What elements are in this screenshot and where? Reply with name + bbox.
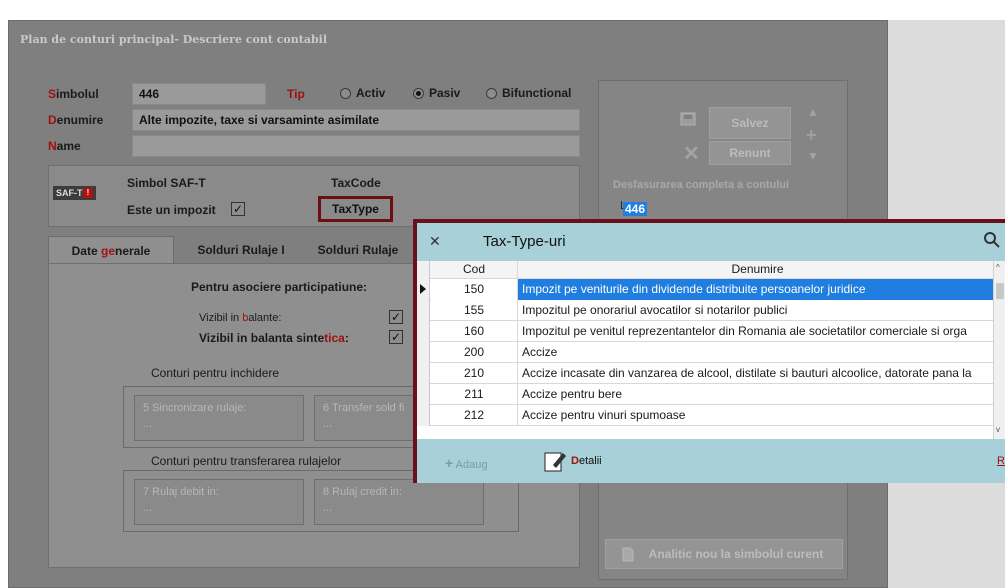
window-title: Plan de conturi principal- Descriere con… [20,33,328,46]
radio-activ[interactable]: Activ [340,86,385,100]
dialog-footer: + Adaug Detalii R [417,439,1005,483]
saft-section: SAF-T! Simbol SAF-T TaxCode Este un impo… [48,165,580,227]
tab-solduri-rulaje-2[interactable]: Solduri Rulaje [308,236,408,264]
cell-cod: 211 [431,384,518,405]
table-row[interactable]: 150 Impozit pe veniturile din dividende d… [417,279,993,300]
cell-denumire: Impozitul pe venitul reprezentantelor di… [522,324,967,338]
column-header-denumire[interactable]: Denumire [518,261,993,279]
grid-header: Cod Denumire [417,261,993,279]
simbolul-label: Simbolul [48,87,99,101]
cell-cod: 150 [431,279,518,300]
save-to-disk-icon [680,112,696,126]
tip-label: Tip [287,87,305,101]
dialog-title: Tax-Type-uri [483,233,566,250]
denumire-label: Denumire [48,113,104,127]
column-header-cod[interactable]: Cod [431,261,518,279]
row-indicator[interactable] [417,405,430,426]
table-row[interactable]: 200 Accize [417,342,993,363]
cell-denumire: Accize [522,345,558,359]
tab-solduri-rulaje-1[interactable]: Solduri Rulaje I [186,236,296,264]
simbol-saft-label: Simbol SAF-T [127,176,206,190]
scrollbar-thumb[interactable] [996,283,1004,299]
denumire-field[interactable]: Alte impozite, taxe si varsaminte asimil… [132,109,580,131]
add-plus-icon: + [445,455,454,471]
row-indicator[interactable] [417,384,430,405]
new-document-icon [622,547,634,562]
search-icon[interactable] [983,231,1001,249]
radio-dot-icon [486,87,497,99]
radio-dot-selected-icon [413,87,424,99]
simbolul-field[interactable]: 446 [132,83,266,105]
cell-cod: 212 [431,405,518,426]
sincronizare-field[interactable]: 5 Sincronizare rulaje:... [134,395,304,441]
rulaj-credit-field[interactable]: 8 Rulaj credit in:... [314,479,484,525]
scroll-up-icon[interactable]: ^ [996,263,1000,272]
dialog-header: ✕ Tax-Type-uri [417,223,1005,261]
cell-denumire: Impozit pe veniturile din dividende dist… [518,279,993,300]
table-row[interactable]: 160 Impozitul pe venitul reprezentantelor… [417,321,993,342]
scroll-down-icon[interactable]: v [996,425,1000,434]
table-row[interactable]: 155 Impozitul pe onorariul avocatilor si … [417,300,993,321]
close-icon[interactable]: ✕ [429,233,441,250]
plus-icon[interactable]: + [806,125,817,146]
cell-denumire: Impozitul pe onorariul avocatilor si not… [522,303,788,317]
adaug-button[interactable]: + Adaug [445,455,487,471]
taxtype-field[interactable]: TaxType [318,196,393,222]
taxtype-dialog: ✕ Tax-Type-uri Cod Denumire 150 Impozit p… [413,219,1005,483]
cell-cod: 160 [431,321,518,342]
asociere-label: Pentru asociere participatiune: [191,280,368,294]
impozit-checkbox[interactable]: ✓ [231,202,245,216]
name-label: Name [48,139,81,153]
radio-dot-icon [340,87,351,99]
salvez-button[interactable]: Salvez [709,107,791,139]
row-indicator[interactable] [417,279,430,300]
cell-denumire: Accize pentru vinuri spumoase [522,408,686,422]
row-indicator-header [417,261,430,279]
vertical-scrollbar[interactable]: ^ v [993,261,1005,439]
desfasurare-label: Desfasurarea completa a contului [613,179,790,191]
este-impozit-label: Este un impozit [127,203,216,217]
table-row[interactable]: 212 Accize pentru vinuri spumoase [417,405,993,426]
analitic-nou-button[interactable]: Analitic nou la simbolul curent [605,539,843,569]
conturi-inchidere-title: Conturi pentru inchidere [151,366,280,380]
name-field[interactable] [132,135,580,157]
arrow-down-icon[interactable]: ▼ [807,149,819,163]
radio-bifunctional[interactable]: Bifunctional [486,86,571,100]
edit-document-icon [544,452,566,472]
vizibil-balante-checkbox[interactable]: ✓ [389,310,403,324]
cell-cod: 155 [431,300,518,321]
rulaj-debit-field[interactable]: 7 Rulaj debit in:... [134,479,304,525]
current-row-arrow-icon [420,284,426,294]
table-row[interactable]: 210 Accize incasate din vanzarea de alcoo… [417,363,993,384]
renunt-button[interactable]: Renunt [709,141,791,165]
conturi-transfer-title: Conturi pentru transferarea rulajelor [151,454,342,468]
table-row[interactable]: 211 Accize pentru bere [417,384,993,405]
cell-cod: 210 [431,363,518,384]
taxcode-label: TaxCode [331,176,381,190]
tree-node-446[interactable]: 446 [623,202,648,216]
radio-pasiv[interactable]: Pasiv [413,86,460,100]
row-indicator[interactable] [417,321,430,342]
cancel-x-icon: ✕ [683,143,700,165]
detalii-button[interactable]: Detalii [543,449,602,473]
tab-date-generale[interactable]: Date generale [48,236,174,264]
right-footer-link[interactable]: R [997,455,1005,467]
cell-cod: 200 [431,342,518,363]
cell-denumire: Accize pentru bere [522,387,623,401]
taxtype-grid: Cod Denumire 150 Impozit pe veniturile di… [417,261,1005,439]
row-indicator[interactable] [417,363,430,384]
vizibil-balante-label: Vizibil in balante: [199,312,282,324]
row-indicator[interactable] [417,342,430,363]
arrow-up-icon[interactable]: ▲ [807,105,819,119]
vizibil-sintetica-label: Vizibil in balanta sintetica: [199,331,349,345]
row-indicator[interactable] [417,300,430,321]
cell-denumire: Accize incasate din vanzarea de alcool, … [522,366,972,380]
vizibil-sintetica-checkbox[interactable]: ✓ [389,330,403,344]
saft-badge-icon: SAF-T! [53,186,96,200]
